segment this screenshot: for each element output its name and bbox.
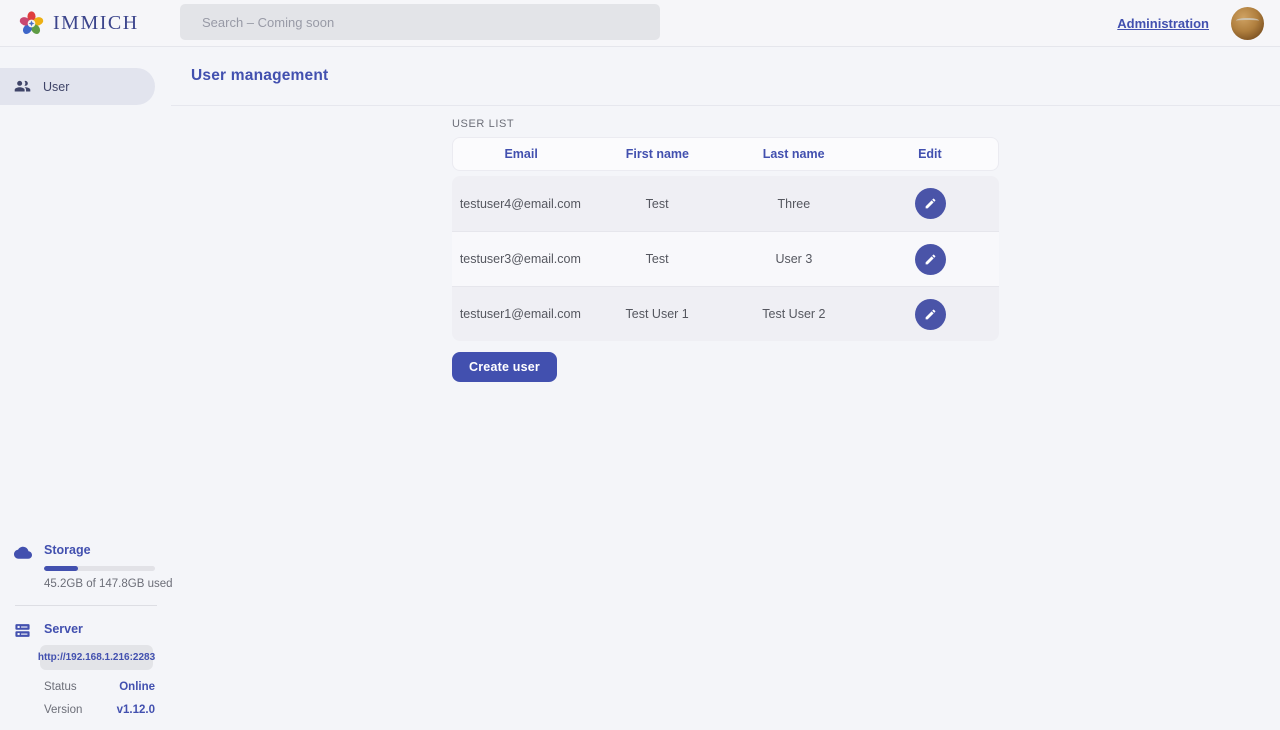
- search-placeholder: Search – Coming soon: [202, 15, 334, 30]
- cell-last-name: Three: [726, 197, 863, 211]
- users-icon: [14, 78, 31, 95]
- server-details: Server http://192.168.1.216:2283 Status …: [44, 622, 155, 716]
- storage-title: Storage: [44, 543, 173, 557]
- server-status-value: Online: [119, 681, 155, 693]
- cell-first-name: Test: [589, 197, 726, 211]
- page-title: User management: [191, 67, 328, 85]
- table-row: testuser4@email.com Test Three: [452, 176, 999, 231]
- edit-user-button[interactable]: [915, 299, 946, 330]
- pencil-icon: [924, 253, 937, 266]
- user-list-panel: USER LIST Email First name Last name Edi…: [452, 118, 999, 730]
- section-title: USER LIST: [452, 118, 999, 130]
- avatar-glasses-decoration: [1236, 18, 1259, 25]
- cell-email: testuser1@email.com: [452, 307, 589, 321]
- sidebar-item-user[interactable]: User: [0, 68, 155, 105]
- brand[interactable]: IMMICH: [0, 10, 180, 37]
- sidebar: User Storage 45.2GB of 147.8GB used: [0, 47, 171, 730]
- top-bar: IMMICH Search – Coming soon Administrati…: [0, 0, 1280, 47]
- storage-usage-text: 45.2GB of 147.8GB used: [44, 578, 173, 590]
- edit-user-button[interactable]: [915, 188, 946, 219]
- sidebar-divider: [15, 605, 157, 606]
- pencil-icon: [924, 308, 937, 321]
- column-header-email: Email: [453, 147, 589, 161]
- app-shell: User Storage 45.2GB of 147.8GB used: [0, 47, 1280, 730]
- cell-last-name: Test User 2: [726, 307, 863, 321]
- main-header: User management: [171, 47, 1280, 106]
- search-input[interactable]: Search – Coming soon: [180, 4, 660, 40]
- sidebar-status: Storage 45.2GB of 147.8GB used: [0, 545, 171, 730]
- server-icon: [14, 622, 44, 642]
- storage-progress-bar: [44, 566, 155, 571]
- server-status-label: Status: [44, 681, 77, 693]
- cell-first-name: Test: [589, 252, 726, 266]
- server-url-badge: http://192.168.1.216:2283: [40, 645, 153, 670]
- table-header-row: Email First name Last name Edit: [452, 137, 999, 171]
- table-row: testuser3@email.com Test User 3: [452, 231, 999, 286]
- cell-email: testuser4@email.com: [452, 197, 589, 211]
- cell-first-name: Test User 1: [589, 307, 726, 321]
- server-version-label: Version: [44, 704, 82, 716]
- cloud-icon: [14, 545, 44, 562]
- server-url: http://192.168.1.216:2283: [38, 652, 155, 663]
- create-user-button[interactable]: Create user: [452, 352, 557, 382]
- server-block: Server http://192.168.1.216:2283 Status …: [0, 622, 171, 716]
- cell-last-name: User 3: [726, 252, 863, 266]
- administration-link[interactable]: Administration: [1117, 16, 1209, 31]
- storage-details: Storage 45.2GB of 147.8GB used: [44, 545, 173, 590]
- table-body: testuser4@email.com Test Three te: [452, 176, 999, 341]
- column-header-edit: Edit: [862, 147, 998, 161]
- sidebar-nav: User: [0, 47, 171, 105]
- table-row: testuser1@email.com Test User 1 Test Use…: [452, 286, 999, 341]
- server-status-row: Status Online: [44, 681, 155, 693]
- server-version-row: Version v1.12.0: [44, 704, 155, 716]
- server-version-value: v1.12.0: [117, 704, 155, 716]
- user-avatar[interactable]: [1231, 7, 1264, 40]
- column-header-last-name: Last name: [726, 147, 862, 161]
- main-content: User management USER LIST Email First na…: [171, 47, 1280, 730]
- storage-block: Storage 45.2GB of 147.8GB used: [0, 545, 171, 590]
- server-title: Server: [44, 622, 155, 636]
- topbar-right: Administration: [1117, 0, 1264, 47]
- sidebar-item-user-label: User: [43, 80, 69, 94]
- brand-name: IMMICH: [53, 12, 139, 35]
- pencil-icon: [924, 197, 937, 210]
- content-area: USER LIST Email First name Last name Edi…: [171, 106, 1280, 730]
- edit-user-button[interactable]: [915, 244, 946, 275]
- storage-progress-fill: [44, 566, 78, 571]
- immich-logo-icon: [18, 10, 45, 37]
- column-header-first-name: First name: [589, 147, 725, 161]
- cell-email: testuser3@email.com: [452, 252, 589, 266]
